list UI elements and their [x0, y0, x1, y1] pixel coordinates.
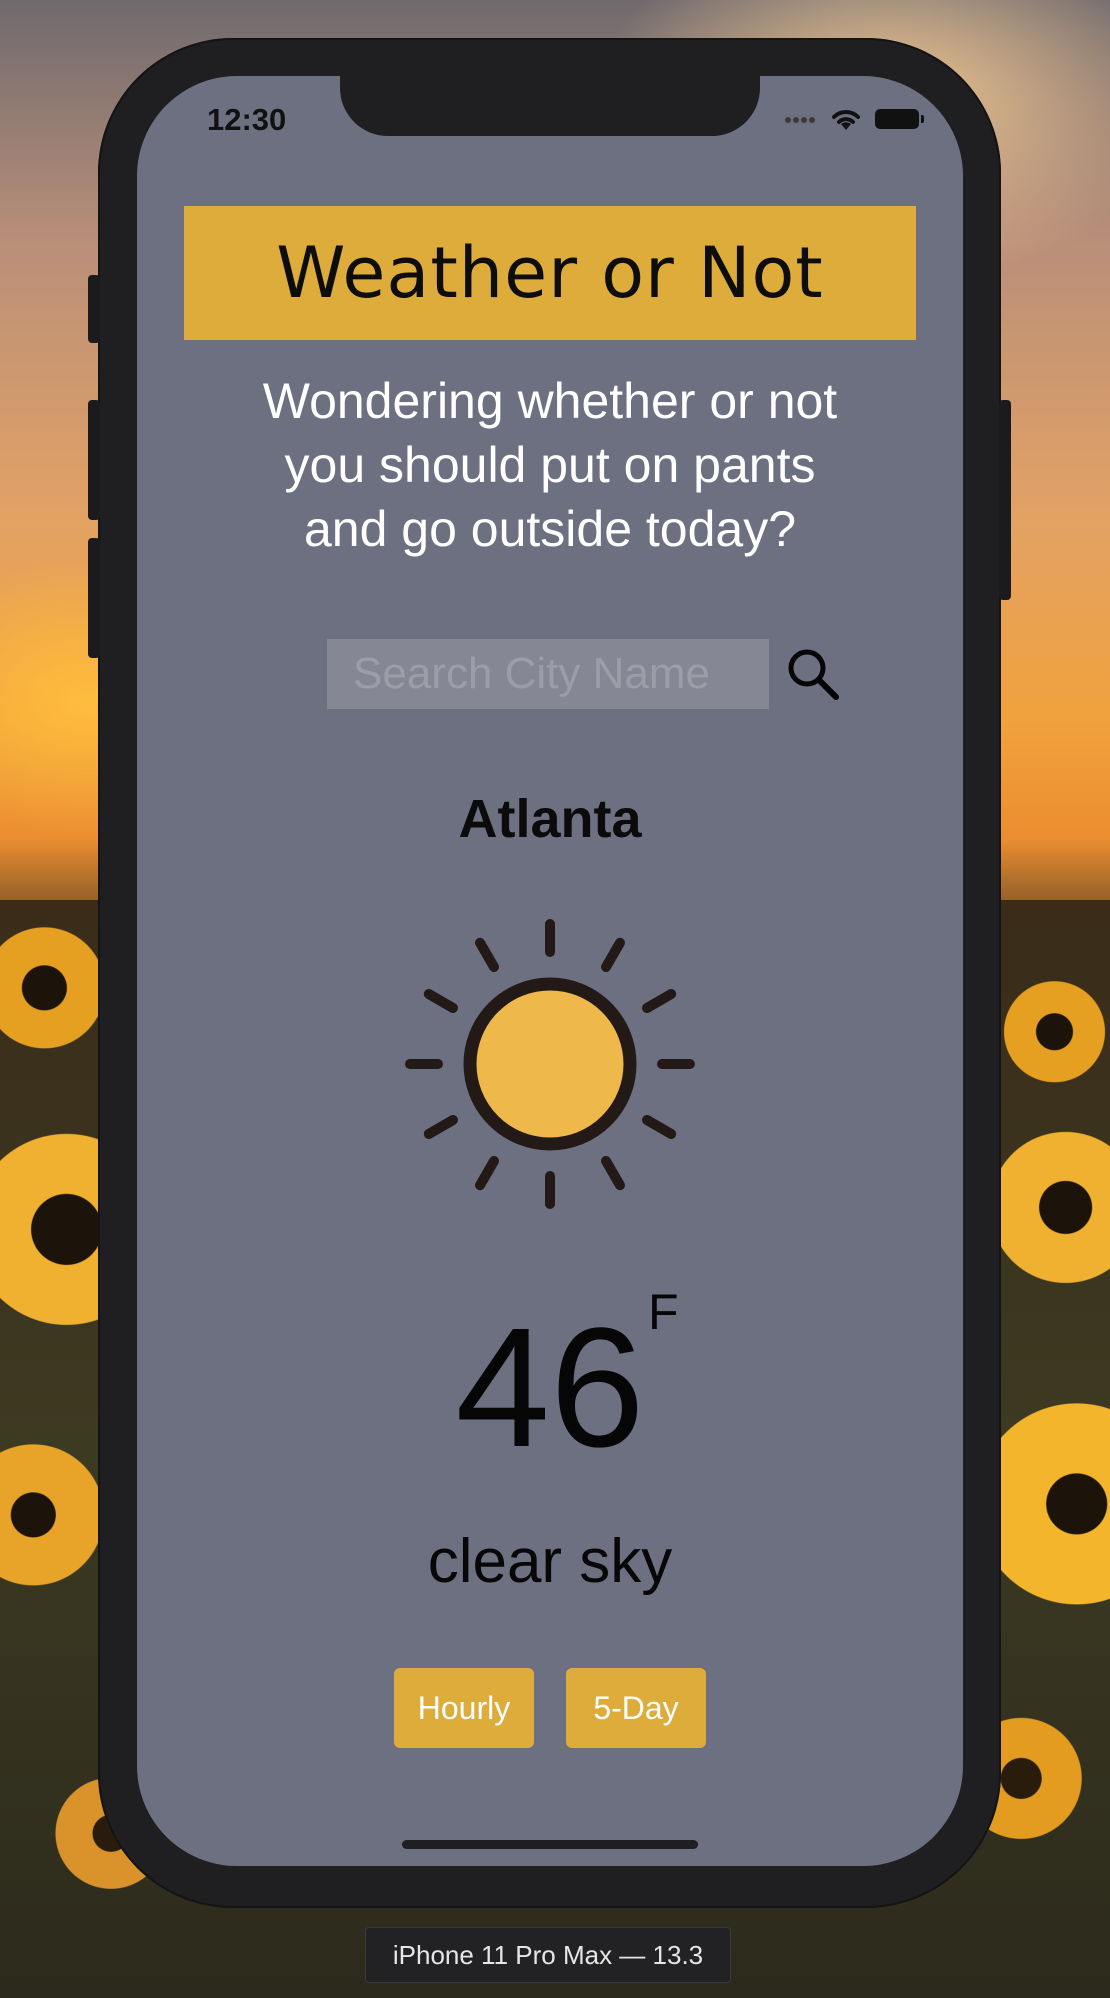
wifi-icon — [832, 110, 860, 130]
app-screen: 12:30 Weather or Not Wondering whether o… — [137, 76, 963, 1866]
app-title: Weather or Not — [276, 232, 824, 314]
simulator-device-label: iPhone 11 Pro Max — 13.3 — [365, 1927, 731, 1983]
temperature-unit: F — [648, 1284, 679, 1340]
search-city-input[interactable] — [327, 639, 769, 709]
temperature: 46 F — [137, 1284, 963, 1483]
volume-down-button — [88, 538, 100, 658]
weather-description: clear sky — [427, 1527, 673, 1596]
hourly-button[interactable]: Hourly — [394, 1668, 534, 1748]
cellular-signal-icon — [785, 110, 817, 128]
status-icons — [785, 106, 924, 132]
sun-icon — [405, 919, 695, 1209]
silent-switch — [88, 275, 100, 343]
search-icon[interactable] — [785, 646, 841, 702]
volume-up-button — [88, 400, 100, 520]
app-title-banner: Weather or Not — [184, 206, 916, 340]
tagline-line: and go outside today? — [303, 501, 797, 557]
status-time: 12:30 — [207, 102, 287, 137]
forecast-buttons: Hourly 5-Day — [137, 1668, 963, 1748]
home-indicator[interactable] — [402, 1840, 698, 1849]
five-day-button[interactable]: 5-Day — [566, 1668, 706, 1748]
battery-icon — [875, 109, 924, 129]
tagline: Wondering whether or not you should put … — [137, 369, 963, 561]
simulator-background: 12:30 Weather or Not Wondering whether o… — [0, 0, 1110, 1998]
power-button — [999, 400, 1011, 600]
temperature-value: 46 F — [455, 1284, 679, 1483]
tagline-line: you should put on pants — [284, 437, 816, 493]
tagline-line: Wondering whether or not — [262, 373, 838, 429]
search-bar — [327, 639, 841, 709]
notch — [340, 76, 760, 136]
city-name: Atlanta — [458, 789, 642, 849]
